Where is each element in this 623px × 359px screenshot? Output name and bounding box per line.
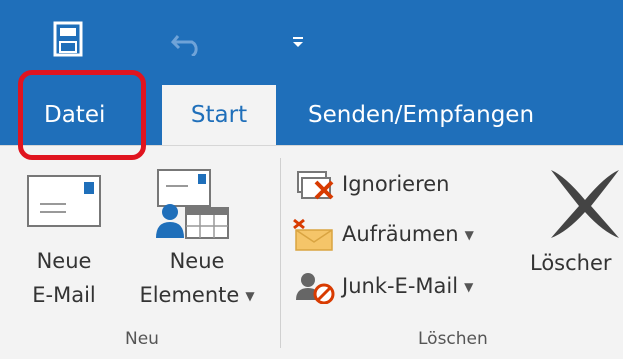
cleanup-button[interactable]: Aufräumen ▼ [292,214,474,254]
new-email-button[interactable]: Neue E-Mail [14,244,114,312]
junk-icon [296,273,335,305]
group-label-loeschen: Löschen [418,329,488,349]
chevron-down-icon[interactable]: ▼ [465,228,474,242]
customize-qat-icon[interactable] [292,36,304,48]
new-items-button[interactable]: Neue Elemente ▼ [122,244,272,313]
new-email-icon[interactable] [26,174,102,228]
group-divider [280,158,281,348]
ribbon: Neue E-Mail Neue Elemente ▼ Neu Ignoriere… [0,145,623,359]
delete-button[interactable]: Löscher [530,246,612,280]
cleanup-label: Aufräumen [342,222,459,246]
undo-icon[interactable] [170,28,206,56]
ignore-icon [297,171,334,200]
ignore-button[interactable]: Ignorieren [292,164,449,204]
new-items-label-1: Neue [169,249,225,273]
new-items-icon[interactable] [152,166,232,240]
chevron-down-icon[interactable]: ▼ [464,280,473,294]
new-items-label-2: Elemente ▼ [122,278,272,313]
save-icon[interactable] [52,20,86,60]
ignore-label: Ignorieren [342,172,450,196]
tab-senden-empfangen[interactable]: Senden/Empfangen [308,85,534,145]
highlight-box [18,70,146,160]
cleanup-icon [293,218,333,251]
new-email-label-1: Neue [36,249,92,273]
new-items-label-2-text: Elemente [139,283,240,307]
junk-button[interactable]: Junk-E-Mail ▼ [292,266,473,306]
new-email-label-2: E-Mail [32,283,96,307]
group-label-neu: Neu [125,329,159,349]
junk-label: Junk-E-Mail [342,274,459,298]
chevron-down-icon: ▼ [245,289,255,303]
tab-start[interactable]: Start [162,85,276,145]
delete-icon[interactable] [545,166,623,242]
